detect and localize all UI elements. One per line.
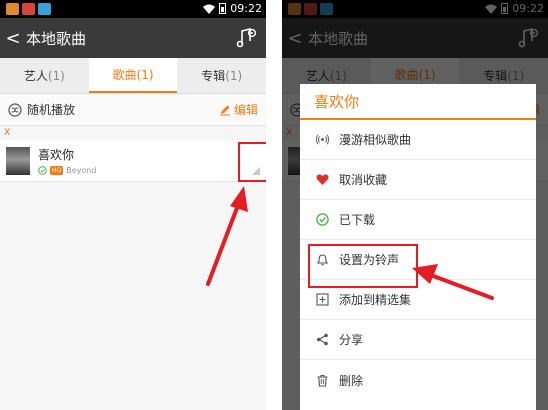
add-box-icon <box>316 293 329 306</box>
trash-icon <box>317 374 328 387</box>
menu-item-roam-similar[interactable]: 漫游相似歌曲 <box>300 120 536 160</box>
red-arrow-icon <box>412 264 494 300</box>
screen-song-menu: 09:22 < 本地歌曲 艺人(1) 歌曲(1) 专辑(1) <box>282 0 548 410</box>
wifi-icon <box>203 4 216 14</box>
back-button[interactable]: < <box>0 28 26 49</box>
highlight-box <box>308 244 418 288</box>
tab-bar: 艺人(1) 歌曲(1) 专辑(1) <box>0 58 266 94</box>
tutorial-image: 09:22 < 本地歌曲 艺人 (1) 歌曲 (1) 专辑 (1) 随机播放 编… <box>0 0 548 410</box>
menu-item-delete[interactable]: 删除 <box>300 360 536 400</box>
app-bar: < 本地歌曲 <box>0 18 266 58</box>
heart-icon <box>316 174 329 185</box>
share-icon <box>317 333 328 346</box>
edit-button[interactable]: 编辑 <box>219 101 258 118</box>
tab-albums[interactable]: 专辑(1) <box>177 58 266 93</box>
tab-artists[interactable]: 艺人(1) <box>0 58 89 93</box>
section-letter: X <box>0 126 266 140</box>
album-thumbnail <box>6 146 30 175</box>
song-row[interactable]: 喜欢你 HQ Beyond <box>0 140 266 182</box>
song-title: 喜欢你 <box>38 148 75 162</box>
check-circle-icon <box>316 213 329 226</box>
battery-icon <box>219 3 227 14</box>
list-toolbar: 随机播放 编辑 <box>0 94 266 126</box>
menu-item-unfavorite[interactable]: 取消收藏 <box>300 160 536 200</box>
notification-icon <box>22 3 35 15</box>
hq-badge: HQ <box>50 166 64 175</box>
page-title: 本地歌曲 <box>26 29 87 48</box>
screen-local-songs: 09:22 < 本地歌曲 艺人 (1) 歌曲 (1) 专辑 (1) 随机播放 编… <box>0 0 266 410</box>
shuffle-icon[interactable] <box>8 102 22 117</box>
pencil-icon <box>219 105 230 115</box>
highlight-box <box>238 142 266 182</box>
music-settings-icon[interactable] <box>234 26 258 50</box>
song-artist: Beyond <box>66 166 97 175</box>
status-time: 09:22 <box>230 2 262 15</box>
radio-icon <box>316 134 329 145</box>
menu-item-downloaded[interactable]: 已下载 <box>300 200 536 240</box>
status-bar: 09:22 <box>0 0 266 18</box>
menu-item-share[interactable]: 分享 <box>300 320 536 360</box>
tab-songs[interactable]: 歌曲(1) <box>88 58 178 93</box>
notification-icon <box>38 3 51 15</box>
notification-icon <box>6 3 19 15</box>
red-arrow-icon <box>206 186 248 286</box>
downloaded-check-icon <box>38 166 47 175</box>
shuffle-play-button[interactable]: 随机播放 <box>27 101 219 118</box>
menu-title: 喜欢你 <box>300 84 536 120</box>
